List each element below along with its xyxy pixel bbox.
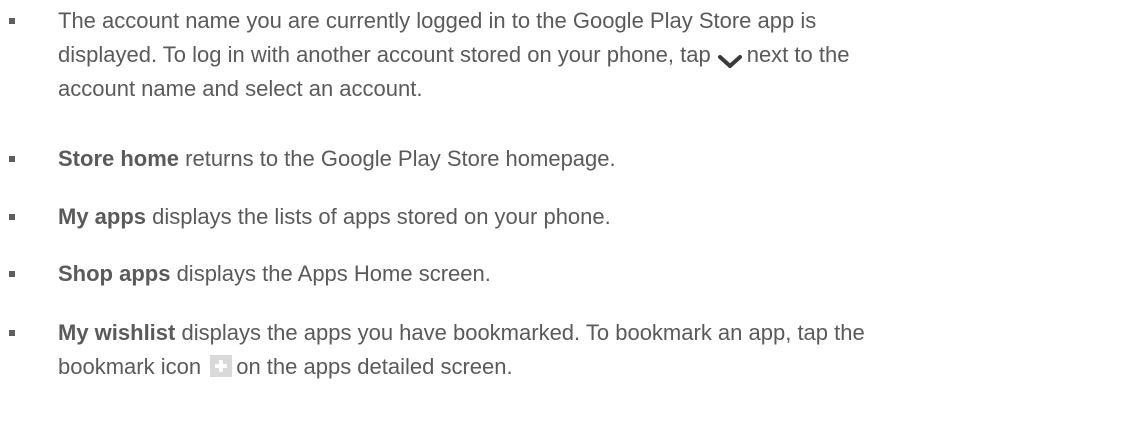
list-item-text: Shop apps displays the Apps Home screen. (58, 257, 1138, 291)
item-text: displays the Apps Home screen. (170, 261, 491, 286)
item-line: account name and select an account. (58, 76, 423, 101)
bullet-marker (9, 18, 15, 24)
item-text: displayed. To log in with another accoun… (58, 42, 711, 67)
item-text: displays the lists of apps stored on you… (146, 204, 611, 229)
term-shop-apps: Shop apps (58, 261, 171, 286)
item-text: on the apps detailed screen. (236, 354, 513, 379)
item-text: returns to the Google Play Store homepag… (179, 146, 616, 171)
item-line: displayed. To log in with another accoun… (58, 38, 1138, 72)
list-item-text: My wishlist displays the apps you have b… (58, 316, 1138, 384)
item-line: Store home returns to the Google Play St… (58, 142, 1138, 176)
bullet-marker (9, 271, 15, 277)
list-item-text: The account name you are currently logge… (58, 4, 1138, 106)
item-line: My wishlist displays the apps you have b… (58, 316, 1138, 350)
item-line: The account name you are currently logge… (58, 8, 817, 33)
bullet-list: The account name you are currently logge… (0, 0, 1146, 425)
item-text: displays the apps you have bookmarked. T… (175, 320, 865, 345)
term-store-home: Store home (58, 146, 180, 171)
bullet-marker (9, 156, 15, 162)
bullet-marker (9, 214, 15, 220)
bookmark-plus-icon (210, 355, 233, 378)
item-text: next to the (746, 42, 850, 67)
list-item-text: Store home returns to the Google Play St… (58, 142, 1138, 176)
chevron-down-icon (717, 46, 743, 69)
term-my-wishlist: My wishlist (58, 320, 176, 345)
list-item-text: My apps displays the lists of apps store… (58, 200, 1138, 234)
bullet-marker (9, 330, 15, 336)
item-line: Shop apps displays the Apps Home screen. (58, 257, 1138, 291)
item-text: bookmark icon (58, 354, 202, 379)
item-line: bookmark icon on the apps detailed scree… (58, 350, 1138, 384)
term-my-apps: My apps (58, 204, 147, 229)
item-line: My apps displays the lists of apps store… (58, 200, 1138, 234)
